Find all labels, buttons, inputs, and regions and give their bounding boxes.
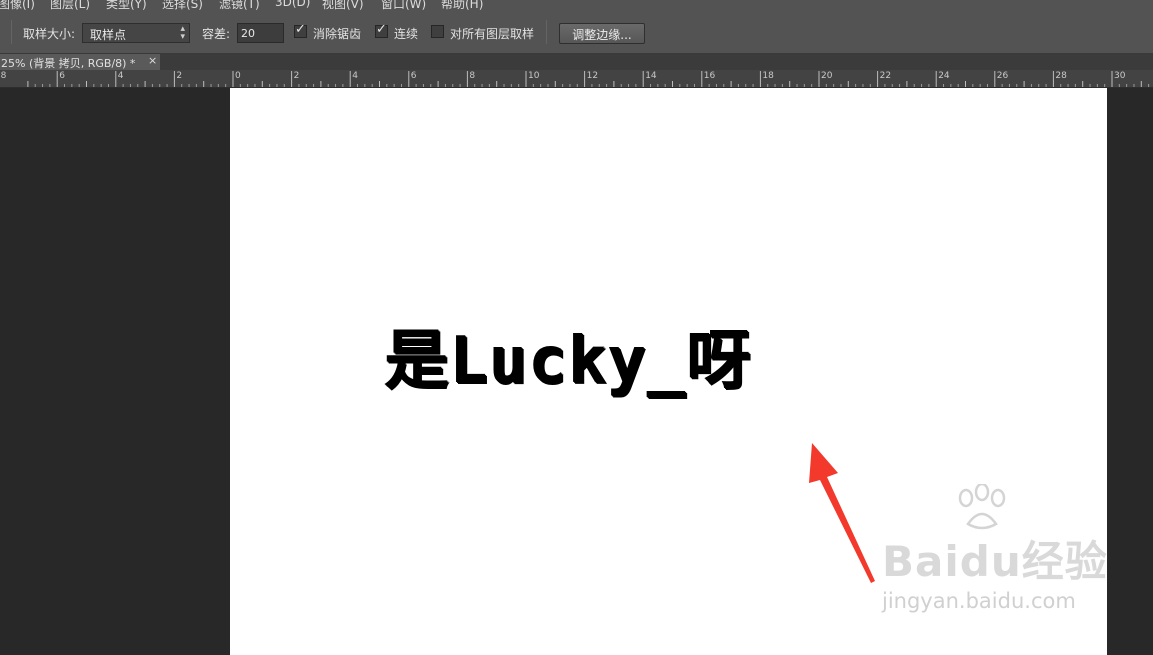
ruler-tick-label: 28 [1055, 71, 1067, 81]
all-layers-label: 对所有图层取样 [450, 27, 535, 41]
menu-help[interactable]: 帮助(H) [441, 0, 483, 10]
document-tab-bar: 25% (背景 拷贝, RGB/8) * × [0, 54, 1153, 70]
horizontal-ruler[interactable]: 8 6 4 2 0 2 4 6 8 10 12 14 16 18 20 22 24 26 28 30 [0, 70, 1153, 88]
menu-3d[interactable]: 3D(D) [275, 0, 310, 9]
checkmark-icon: ✓ [376, 22, 387, 37]
ruler-tick-label: 18 [762, 71, 774, 81]
anti-alias-label: 消除锯齿 [313, 27, 362, 41]
ruler-tick-label: 30 [1114, 71, 1126, 81]
ruler-tick-label: 10 [528, 71, 540, 81]
ruler-tick-label: 4 [352, 71, 358, 81]
ruler-ticks [27, 71, 1150, 87]
ruler-tick-label: 26 [996, 71, 1009, 81]
ruler-tick-label: 8 [469, 71, 476, 81]
anti-alias-checkbox[interactable]: ✓ [294, 22, 307, 38]
all-layers-checkbox[interactable] [431, 25, 444, 38]
ruler-tick-label: 24 [938, 71, 950, 81]
document-canvas[interactable]: 是Lucky_呀 Baidu经验 jingyan.baidu.com [230, 88, 1107, 655]
tolerance-input[interactable]: 20 [237, 23, 284, 43]
menu-select[interactable]: 选择(S) [162, 0, 203, 10]
menu-view[interactable]: 视图(V) [322, 0, 364, 10]
baidu-paw-icon [958, 484, 1006, 530]
ruler-tick-label: 2 [293, 71, 300, 81]
ruler-tick-label: 6 [410, 71, 417, 81]
menu-type[interactable]: 类型(Y) [106, 0, 147, 10]
workspace: 是Lucky_呀 Baidu经验 jingyan.baidu.com [0, 88, 1153, 655]
checkmark-icon: ✓ [295, 22, 306, 37]
ruler-tick-label: 14 [645, 71, 657, 81]
ruler-tick-label: 4 [117, 71, 124, 81]
document-tab[interactable]: 25% (背景 拷贝, RGB/8) * × [0, 54, 160, 70]
contiguous-checkbox[interactable]: ✓ [375, 22, 388, 38]
sample-size-label: 取样大小: [23, 27, 76, 41]
menu-image[interactable]: 图像(I) [0, 0, 35, 10]
watermark-brand: Baidu经验 [882, 537, 1107, 586]
sample-size-select[interactable]: 取样点 ▴ ▾ [82, 23, 190, 43]
red-arrow-annotation [809, 443, 875, 583]
menu-bar: 图像(I) 图层(L) 类型(Y) 选择(S) 滤镜(T) 3D(D) 视图(V… [0, 0, 1153, 10]
options-divider [546, 20, 547, 44]
options-divider [11, 20, 12, 44]
up-down-arrows-icon: ▴ ▾ [180, 24, 185, 42]
close-icon[interactable]: × [148, 54, 157, 67]
refine-edge-button[interactable]: 调整边缘... [559, 23, 645, 44]
watermark-url: jingyan.baidu.com [882, 589, 1076, 613]
sample-size-value: 取样点 [90, 28, 127, 42]
watermark: Baidu经验 jingyan.baidu.com [882, 484, 1107, 613]
menu-filter[interactable]: 滤镜(T) [219, 0, 260, 10]
ruler-tick-label: 6 [59, 71, 65, 81]
ruler-tick-label: 12 [586, 71, 599, 81]
selected-text-layer[interactable]: 是Lucky_呀 [385, 310, 752, 402]
ruler-tick-label: 22 [879, 71, 892, 81]
contiguous-label: 连续 [394, 27, 419, 41]
ruler-tick-label: 0 [235, 71, 241, 81]
tolerance-label: 容差: [202, 27, 231, 41]
document-tab-title: 25% (背景 拷贝, RGB/8) * [1, 57, 136, 70]
ruler-tick-label: 2 [176, 71, 183, 81]
tool-options-bar: 取样大小: 取样点 ▴ ▾ 容差: 20 ✓ 消除锯齿 ✓ 连续 对所有图层取样 … [0, 10, 1153, 54]
ruler-tick-label: 16 [703, 71, 716, 81]
ruler-tick-label: 8 [0, 71, 7, 81]
menu-layer[interactable]: 图层(L) [50, 0, 90, 10]
menu-window[interactable]: 窗口(W) [381, 0, 426, 10]
ruler-tick-label: 20 [821, 71, 833, 81]
